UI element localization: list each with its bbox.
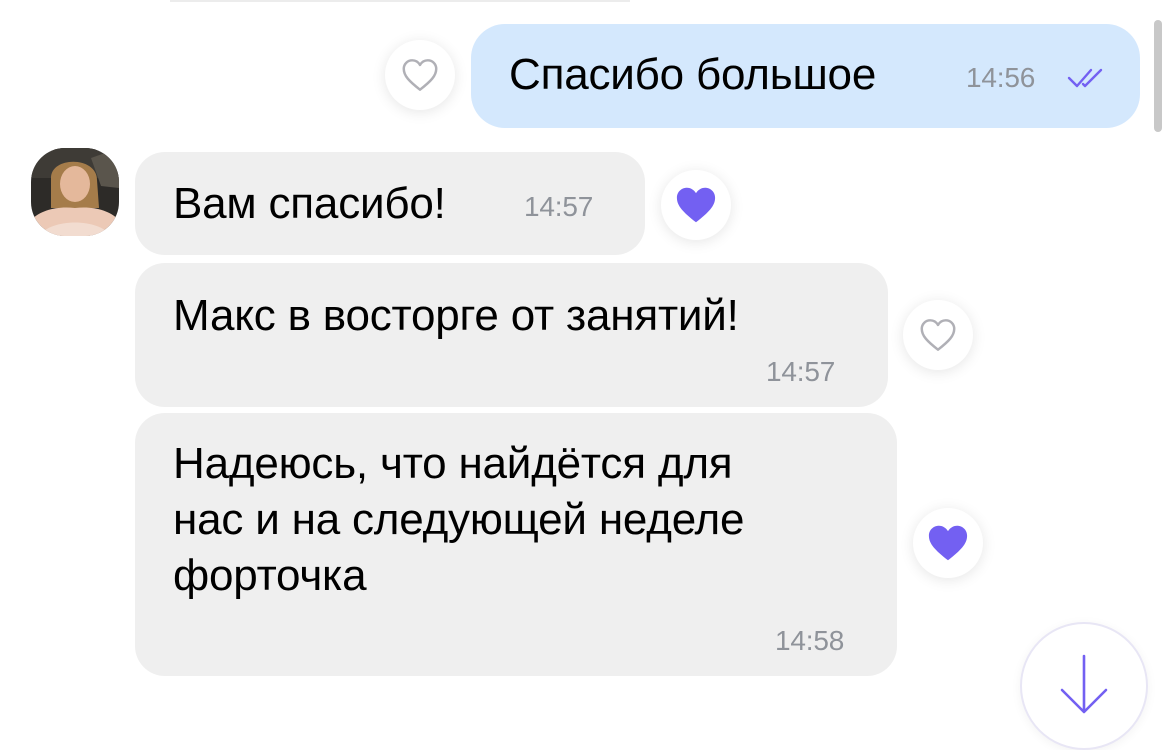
reaction-button[interactable] [385,40,455,110]
heart-outline-icon [402,59,438,91]
heart-filled-icon [676,187,716,223]
reaction-button[interactable] [661,170,731,240]
heart-outline-icon [920,319,956,351]
message-text: Макс в восторге от занятий! [173,291,739,340]
message-text: Надеюсь, что найдётся для нас и на следу… [173,436,744,604]
scrollbar[interactable] [1154,20,1162,132]
reaction-button[interactable] [903,300,973,370]
message-line: Надеюсь, что найдётся для [173,439,733,488]
previous-message-edge [170,0,630,2]
message-line: нас и на следующей неделе [173,495,745,544]
message-time: 14:56 [966,62,1036,93]
arrow-down-icon [1060,654,1108,714]
message-time: 14:58 [775,625,845,656]
avatar[interactable] [31,148,119,236]
heart-filled-icon [928,525,968,561]
message-time: 14:57 [766,356,836,387]
contact-photo [31,148,119,236]
message-text: Спасибо большое [509,50,877,99]
message-line: форточка [173,551,367,600]
incoming-message-bubble[interactable]: Макс в восторге от занятий! 14:57 [135,263,888,407]
message-time: 14:57 [524,191,594,222]
incoming-message-bubble[interactable]: Надеюсь, что найдётся для нас и на следу… [135,413,897,676]
scroll-to-bottom-button[interactable] [1020,622,1148,750]
outgoing-message-bubble[interactable]: Спасибо большое 14:56 [471,24,1140,128]
double-check-icon [1067,68,1103,88]
reaction-button[interactable] [913,508,983,578]
incoming-message-bubble[interactable]: Вам спасибо! 14:57 [135,152,645,255]
message-text: Вам спасибо! [173,179,446,228]
